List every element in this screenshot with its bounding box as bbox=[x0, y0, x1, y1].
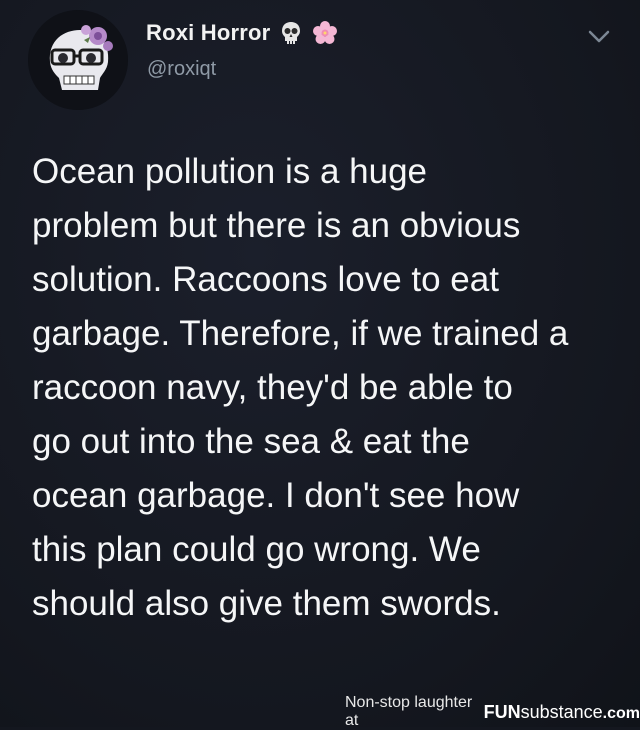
name-row: Roxi Horror bbox=[146, 18, 338, 48]
watermark-brand-sub: substance bbox=[520, 701, 603, 722]
chevron-down-icon[interactable] bbox=[586, 26, 612, 46]
watermark-brand-domain: .com bbox=[602, 704, 640, 722]
cherry-blossom-icon bbox=[312, 20, 338, 46]
tweet-card: Roxi Horror @roxiqt Ocean pollution is a… bbox=[0, 0, 640, 729]
watermark-brand: FUNsubstance.com bbox=[484, 702, 640, 723]
watermark-tagline: Non-stop laughter at bbox=[345, 694, 473, 729]
avatar[interactable] bbox=[28, 10, 128, 110]
watermark-brand-main: FUN bbox=[483, 701, 521, 722]
skull-icon bbox=[278, 20, 304, 46]
skull-avatar-icon bbox=[28, 10, 128, 110]
tweet-text: Ocean pollution is a huge problem but th… bbox=[32, 152, 569, 623]
user-handle[interactable]: @roxiqt bbox=[147, 58, 216, 81]
watermark: Non-stop laughter at FUNsubstance.com bbox=[345, 694, 640, 729]
display-name[interactable]: Roxi Horror bbox=[146, 20, 270, 46]
